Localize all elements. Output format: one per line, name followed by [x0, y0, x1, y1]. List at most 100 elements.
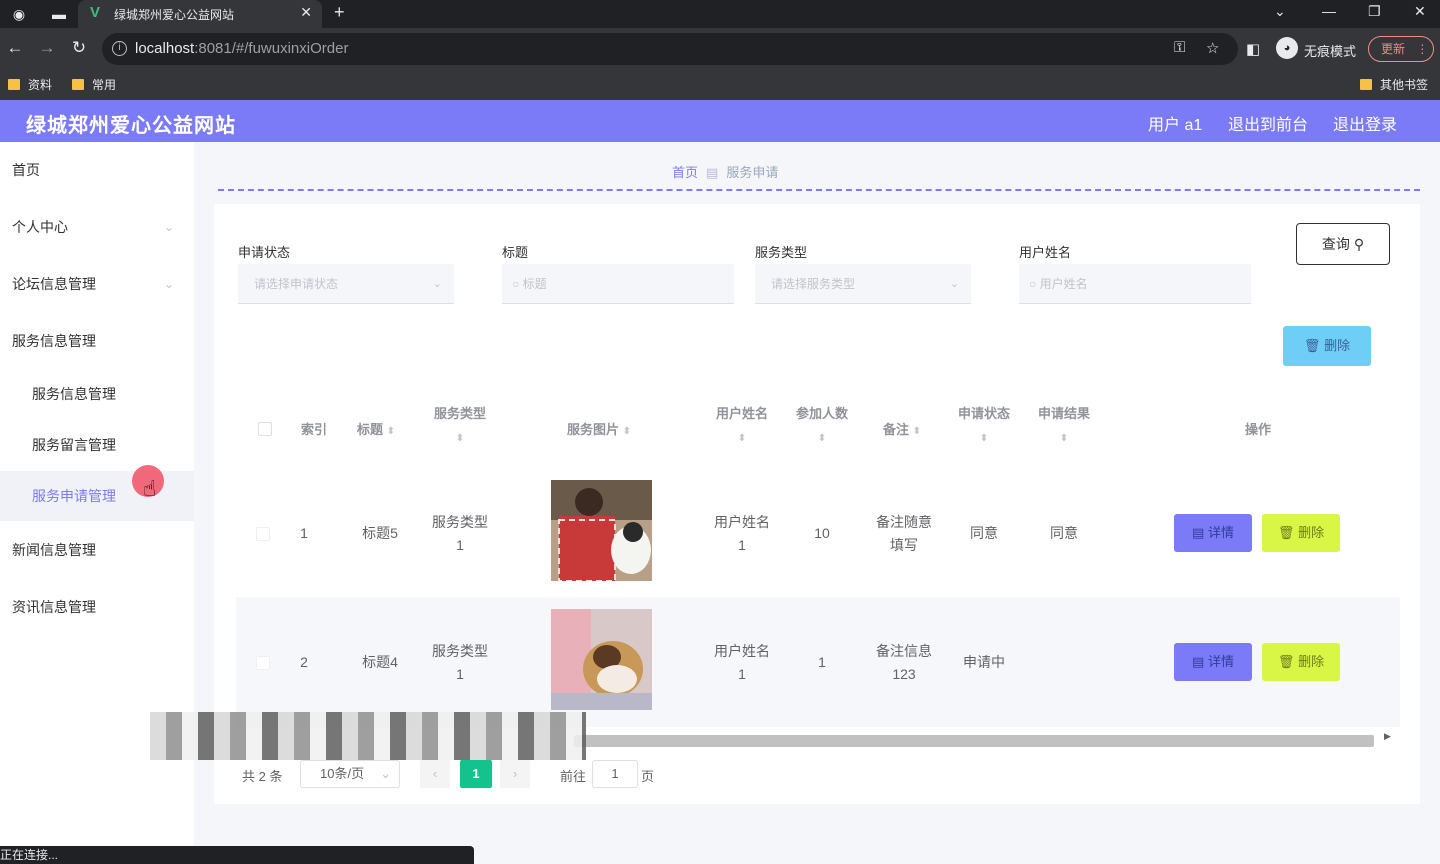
- row-service-type: 服务类型 1: [432, 514, 488, 553]
- trash-icon: 🗑: [1277, 525, 1295, 540]
- row-user-name: 用户姓名 1: [714, 643, 770, 682]
- sidebar-subitem-service-info[interactable]: 服务信息管理: [0, 369, 194, 419]
- row-checkbox[interactable]: [256, 527, 270, 541]
- sidebar-subitem-service-application[interactable]: 服务申请管理: [0, 471, 194, 521]
- sidebar-item-home[interactable]: 首页: [0, 142, 194, 198]
- main-content: 首页 ▤ 服务申请 申请状态 请选择申请状态 ⌄ 标题 ○ 标题 服务类型 请选择服务…: [150, 142, 1440, 864]
- user-filter-label: 用户姓名: [1019, 245, 1072, 260]
- goto-page-input[interactable]: 1: [592, 760, 638, 788]
- browser-menu-icon[interactable]: ◉: [8, 4, 30, 24]
- sidebar-item-info[interactable]: 资讯信息管理: [0, 579, 194, 635]
- status-select[interactable]: 请选择申请状态 ⌄: [238, 264, 454, 304]
- sort-icon: ⬍: [912, 426, 922, 437]
- sidebar-subitem-service-message[interactable]: 服务留言管理: [0, 420, 194, 470]
- service-image[interactable]: [551, 609, 652, 710]
- address-bar[interactable]: i localhost:8081/#/fuwuxinxiOrder ⚿ ☆: [102, 33, 1238, 65]
- type-filter-label: 服务类型: [755, 245, 808, 260]
- row-status: 同意: [970, 525, 998, 541]
- bookmark-folder-resources[interactable]: 资料: [8, 76, 52, 93]
- row-service-type: 服务类型 1: [432, 643, 488, 682]
- close-tab-icon[interactable]: ✕: [300, 4, 312, 21]
- goto-label: 前往: [560, 769, 587, 784]
- detail-button[interactable]: ▤ 详情: [1174, 514, 1252, 552]
- other-bookmarks[interactable]: 其他书签: [1360, 76, 1428, 93]
- key-icon[interactable]: ⚿: [1174, 39, 1185, 56]
- incognito-icon[interactable]: ◕: [1276, 37, 1298, 59]
- chevron-down-icon: ⌄: [380, 766, 391, 781]
- browser-toolbar: ← → ↻ i localhost:8081/#/fuwuxinxiOrder …: [0, 28, 1440, 70]
- pagination-total: 共 2 条: [242, 769, 283, 784]
- logout-link[interactable]: 退出登录: [1333, 111, 1397, 135]
- chevron-down-icon: ⌄: [949, 278, 959, 290]
- breadcrumb: 首页 ▤ 服务申请: [672, 162, 778, 181]
- search-icon: ⚲: [1353, 236, 1365, 252]
- divider: [218, 189, 1420, 191]
- tab-title: 绿城郑州爱心公益网站: [114, 8, 235, 22]
- page-unit-label: 页: [641, 769, 655, 784]
- close-window-icon[interactable]: ✕: [1414, 3, 1426, 20]
- select-all-checkbox[interactable]: [258, 422, 272, 436]
- detail-button[interactable]: ▤ 详情: [1174, 643, 1252, 681]
- document-icon: ▤: [1192, 654, 1205, 669]
- back-icon[interactable]: ←: [4, 38, 26, 58]
- reload-icon[interactable]: ↻: [68, 38, 90, 58]
- user-input[interactable]: ○ 用户姓名: [1019, 264, 1251, 304]
- site-info-icon[interactable]: i: [112, 41, 127, 56]
- side-panel-icon[interactable]: ◧: [1246, 40, 1260, 58]
- update-button[interactable]: 更新 ⋮: [1368, 36, 1434, 62]
- chevron-down-icon: ⌄: [163, 277, 174, 291]
- row-index: 2: [300, 654, 308, 670]
- back-to-front-link[interactable]: 退出到前台: [1228, 111, 1308, 135]
- star-icon[interactable]: ☆: [1206, 39, 1219, 57]
- header-user-name[interactable]: 用户姓名 ⬍: [706, 402, 778, 450]
- row-participants: 1: [818, 654, 826, 670]
- header-participants[interactable]: 参加人数 ⬍: [786, 402, 858, 450]
- sort-icon: ⬍: [622, 426, 632, 437]
- scroll-right-icon[interactable]: ▶: [1384, 731, 1391, 742]
- next-page-button[interactable]: ›: [500, 760, 530, 788]
- current-page[interactable]: 1: [460, 760, 492, 788]
- restore-icon[interactable]: ❐: [1368, 3, 1381, 20]
- app-header: 绿城郑州爱心公益网站 用户 a1 退出到前台 退出登录: [0, 100, 1440, 142]
- header-result[interactable]: 申请结果 ⬍: [1028, 402, 1100, 450]
- header-status[interactable]: 申请状态 ⬍: [948, 402, 1020, 450]
- sidebar-item-service[interactable]: 服务信息管理: [0, 313, 194, 369]
- sidebar-item-news[interactable]: 新闻信息管理: [0, 522, 194, 578]
- sidebar-item-forum[interactable]: 论坛信息管理 ⌄: [0, 256, 194, 312]
- tab-search-icon[interactable]: ▬: [48, 4, 70, 24]
- row-delete-button[interactable]: 🗑 删除: [1262, 643, 1340, 681]
- title-input[interactable]: ○ 标题: [502, 264, 734, 304]
- tab-list-chevron-icon[interactable]: ⌄: [1274, 3, 1286, 20]
- bookmark-folder-common[interactable]: 常用: [72, 76, 116, 93]
- type-select[interactable]: 请选择服务类型 ⌄: [755, 264, 971, 304]
- header-remark[interactable]: 备注 ⬍: [866, 418, 938, 443]
- breadcrumb-separator-icon: ▤: [706, 165, 719, 180]
- header-title[interactable]: 标题 ⬍: [346, 418, 406, 443]
- title-filter-label: 标题: [502, 245, 529, 260]
- minimize-icon[interactable]: —: [1322, 3, 1336, 19]
- row-result: 同意: [1050, 525, 1078, 541]
- row-title: 标题4: [362, 654, 398, 670]
- new-tab-icon[interactable]: +: [334, 2, 345, 23]
- row-participants: 10: [814, 525, 830, 541]
- service-image[interactable]: [551, 480, 652, 581]
- row-index: 1: [300, 525, 308, 541]
- bookmarks-bar: 资料 常用 其他书签: [0, 70, 1440, 100]
- header-index: 索引: [300, 422, 327, 437]
- sidebar-item-profile[interactable]: 个人中心 ⌄: [0, 199, 194, 255]
- query-button[interactable]: 查询 ⚲: [1296, 223, 1390, 265]
- header-service-type[interactable]: 服务类型 ⬍: [424, 402, 496, 450]
- header-image[interactable]: 服务图片 ⬍: [554, 418, 644, 443]
- page-size-select[interactable]: 10条/页 ⌄: [300, 760, 400, 788]
- row-checkbox[interactable]: [256, 656, 270, 670]
- trash-icon: 🗑: [1277, 654, 1295, 669]
- row-delete-button[interactable]: 🗑 删除: [1262, 514, 1340, 552]
- sort-icon: ⬍: [455, 433, 465, 444]
- forward-icon[interactable]: →: [36, 38, 58, 58]
- breadcrumb-home[interactable]: 首页: [672, 165, 698, 180]
- horizontal-scrollbar[interactable]: [574, 735, 1374, 747]
- batch-delete-button[interactable]: 🗑 删除: [1283, 326, 1371, 366]
- sort-icon: ⬍: [817, 433, 827, 444]
- prev-page-button[interactable]: ‹: [420, 760, 450, 788]
- browser-tab[interactable]: V 绿城郑州爱心公益网站 ✕: [78, 0, 322, 28]
